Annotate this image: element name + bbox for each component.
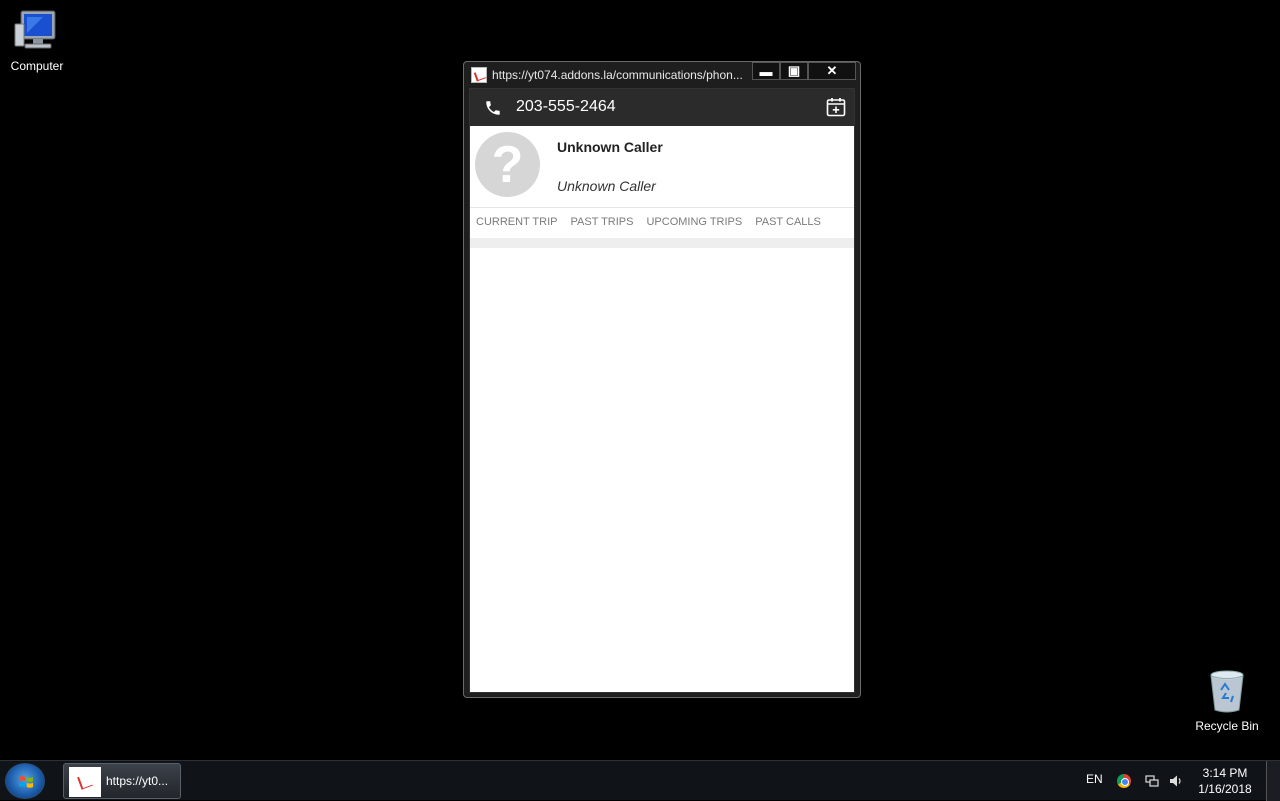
minimize-button[interactable]: ▬ (752, 62, 780, 80)
taskbar: https://yt0... EN 3:14 PM 1/16/2018 (0, 760, 1280, 801)
desktop: Computer Recycle Bin https://yt074.addon… (0, 0, 1280, 760)
clock-time: 3:14 PM (1202, 766, 1248, 780)
close-button[interactable]: ✕ (808, 62, 856, 80)
volume-icon[interactable] (1169, 774, 1183, 788)
language-indicator[interactable]: EN (1086, 772, 1103, 786)
popup-window: https://yt074.addons.la/communications/p… (463, 61, 861, 698)
desktop-icon-label: Computer (10, 59, 64, 73)
desktop-icon-recycle-bin[interactable]: Recycle Bin (1187, 668, 1267, 733)
network-icon[interactable] (1145, 774, 1159, 788)
start-button[interactable] (5, 763, 45, 799)
window-url: https://yt074.addons.la/communications/p… (492, 68, 743, 82)
trip-tabs: CURRENT TRIP PAST TRIPS UPCOMING TRIPS P… (470, 209, 854, 239)
maximize-button[interactable]: ▣ (780, 62, 808, 80)
tab-upcoming-trips[interactable]: UPCOMING TRIPS (646, 209, 742, 239)
phone-number: 203-555-2464 (516, 98, 616, 115)
system-tray: EN 3:14 PM 1/16/2018 (1073, 762, 1263, 800)
recycle-bin-icon (1210, 670, 1244, 713)
desktop-icon-computer[interactable]: Computer (0, 8, 77, 73)
window-controls: ▬ ▣ ✕ (752, 62, 856, 80)
phone-icon (486, 101, 500, 115)
desktop-icon-label: Recycle Bin (1195, 719, 1259, 733)
tab-content-divider (470, 238, 854, 248)
unknown-avatar-icon: ? (475, 132, 540, 197)
computer-icon (14, 10, 56, 49)
taskbar-window-button[interactable]: https://yt0... (63, 763, 181, 799)
caller-info: ? Unknown Caller Unknown Caller (470, 126, 854, 208)
caller-name: Unknown Caller (557, 139, 663, 155)
tab-current-trip[interactable]: CURRENT TRIP (476, 209, 558, 239)
tab-past-calls[interactable]: PAST CALLS (755, 209, 821, 239)
site-favicon-icon (471, 67, 487, 83)
calendar-add-icon[interactable] (826, 97, 846, 117)
windows-logo-icon (19, 776, 33, 788)
caller-subtitle: Unknown Caller (557, 178, 656, 194)
taskbar-window-label: https://yt0... (106, 774, 169, 788)
clock-date: 1/16/2018 (1198, 782, 1252, 796)
clock[interactable]: 3:14 PM 1/16/2018 (1195, 765, 1255, 797)
show-desktop-button[interactable] (1266, 761, 1280, 801)
window-titlebar[interactable]: https://yt074.addons.la/communications/p… (464, 62, 860, 88)
call-header: 203-555-2464 (470, 89, 854, 126)
window-content: 203-555-2464 ? Unknown Caller Unknown Ca… (469, 88, 855, 693)
site-favicon-icon (69, 767, 101, 797)
chrome-icon[interactable] (1117, 774, 1131, 788)
tab-past-trips[interactable]: PAST TRIPS (571, 209, 634, 239)
